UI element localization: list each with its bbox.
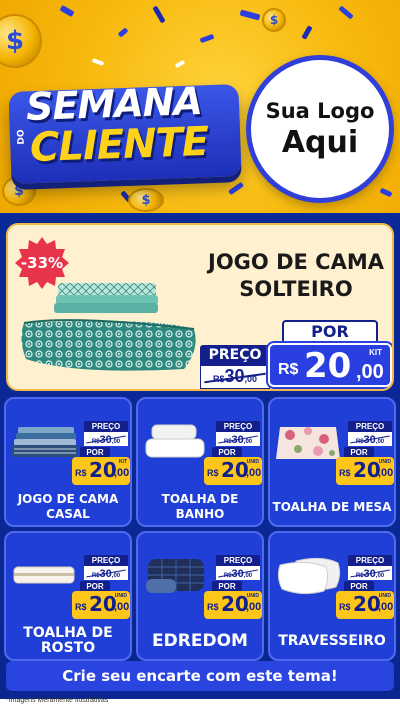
old-price-box: PREÇO R$30,00 — [200, 345, 270, 389]
confetti-decoration — [174, 59, 186, 69]
sale-price: UNID R$ 20 ,00 — [204, 591, 262, 619]
old-price-box: PREÇO R$30,00 — [216, 421, 260, 446]
confetti-decoration — [301, 25, 313, 40]
featured-title: JOGO DE CAMA SOLTEIRO — [208, 250, 384, 301]
promo-header: $ $ $ $ SEMANA DO CLIENTE Sua Logo Aqui — [0, 0, 400, 213]
confetti-decoration — [59, 4, 75, 18]
headline-cliente: CLIENTE — [29, 118, 209, 172]
bedding-set-image — [21, 283, 196, 371]
product-name: TOALHA DE ROSTO — [23, 625, 113, 656]
bedding-casal-image — [12, 427, 78, 457]
old-price-box: PREÇO R$30,00 — [348, 421, 392, 446]
confetti-decoration — [152, 5, 166, 24]
product-card[interactable]: PREÇO R$30,00 POR UNID R$ 20 ,00 EDREDOM — [136, 531, 264, 661]
confetti-decoration — [338, 5, 354, 20]
face-towel-image — [13, 566, 75, 584]
pillow-image — [277, 557, 341, 595]
dollar-coin-icon: $ — [0, 14, 42, 68]
product-card[interactable]: PREÇO R$30,00 POR UNID R$ 20 ,00 TOALHA … — [268, 397, 396, 527]
dollar-coin-icon: $ — [262, 8, 286, 32]
preco-label: PREÇO — [200, 345, 270, 365]
sale-price: KIT R$ 20 ,00 — [72, 457, 130, 485]
por-label: POR — [282, 320, 378, 344]
featured-product[interactable]: -33% JOGO DE CAMA SOLTEIRO PREÇO ,00 POR… — [6, 223, 394, 391]
sale-price: UNID R$ 20 ,00 — [72, 591, 130, 619]
confetti-decoration — [91, 58, 105, 66]
product-name: TOALHA DE BANHO — [161, 492, 239, 521]
comforter-image — [146, 559, 204, 593]
product-name: TRAVESSEIRO — [278, 632, 386, 649]
confetti-decoration — [199, 33, 215, 44]
logo-line-2: Aqui — [281, 124, 359, 160]
confetti-decoration — [379, 187, 393, 198]
old-price-box: PREÇO R$30,00 — [348, 555, 392, 580]
confetti-decoration — [228, 181, 244, 196]
main-flyer: -33% JOGO DE CAMA SOLTEIRO PREÇO ,00 POR… — [0, 213, 400, 711]
logo-placeholder[interactable]: Sua Logo Aqui — [246, 55, 394, 203]
old-price-box: PREÇO R$30,00 — [84, 421, 128, 446]
product-card[interactable]: PREÇO R$30,00 POR UNID R$ 20 ,00 TRAVESS… — [268, 531, 396, 661]
create-flyer-button[interactable]: Crie seu encarte com este tema! — [6, 661, 394, 691]
confetti-decoration — [239, 9, 261, 21]
blue-panel: -33% JOGO DE CAMA SOLTEIRO PREÇO ,00 POR… — [0, 213, 400, 699]
product-card[interactable]: PREÇO R$30,00 POR UNID R$ 20 ,00 TOALHA … — [4, 531, 132, 661]
product-name: EDREDOM — [152, 630, 248, 651]
tablecloth-image — [276, 427, 340, 459]
sale-price: KIT R$ 20 ,00 — [268, 343, 392, 387]
old-price-box: PREÇO R$30,00 — [84, 555, 128, 580]
towel-image — [145, 424, 205, 458]
sale-price: UNID R$ 20 ,00 — [336, 457, 394, 485]
headline-do: DO — [16, 129, 27, 145]
old-price-box: PREÇO R$30,00 — [216, 555, 260, 580]
dollar-coin-icon: $ — [128, 188, 164, 212]
sale-price: UNID R$ 20 ,00 — [336, 591, 394, 619]
product-name: TOALHA DE MESA — [272, 499, 392, 514]
product-name: JOGO DE CAMA CASAL — [17, 492, 119, 521]
sale-price: UNID R$ 20 ,00 — [204, 457, 262, 485]
old-price: R$30,00 — [200, 365, 270, 389]
product-card[interactable]: PREÇO R$30,00 POR KIT R$ 20 ,00 JOGO DE … — [4, 397, 132, 527]
product-card[interactable]: PREÇO R$30,00 POR UNID R$ 20 ,00 TOALHA … — [136, 397, 264, 527]
confetti-decoration — [117, 27, 129, 38]
disclaimer-text: *Imagens Meramente Ilustrativas — [6, 697, 109, 704]
logo-line-1: Sua Logo — [265, 98, 375, 123]
